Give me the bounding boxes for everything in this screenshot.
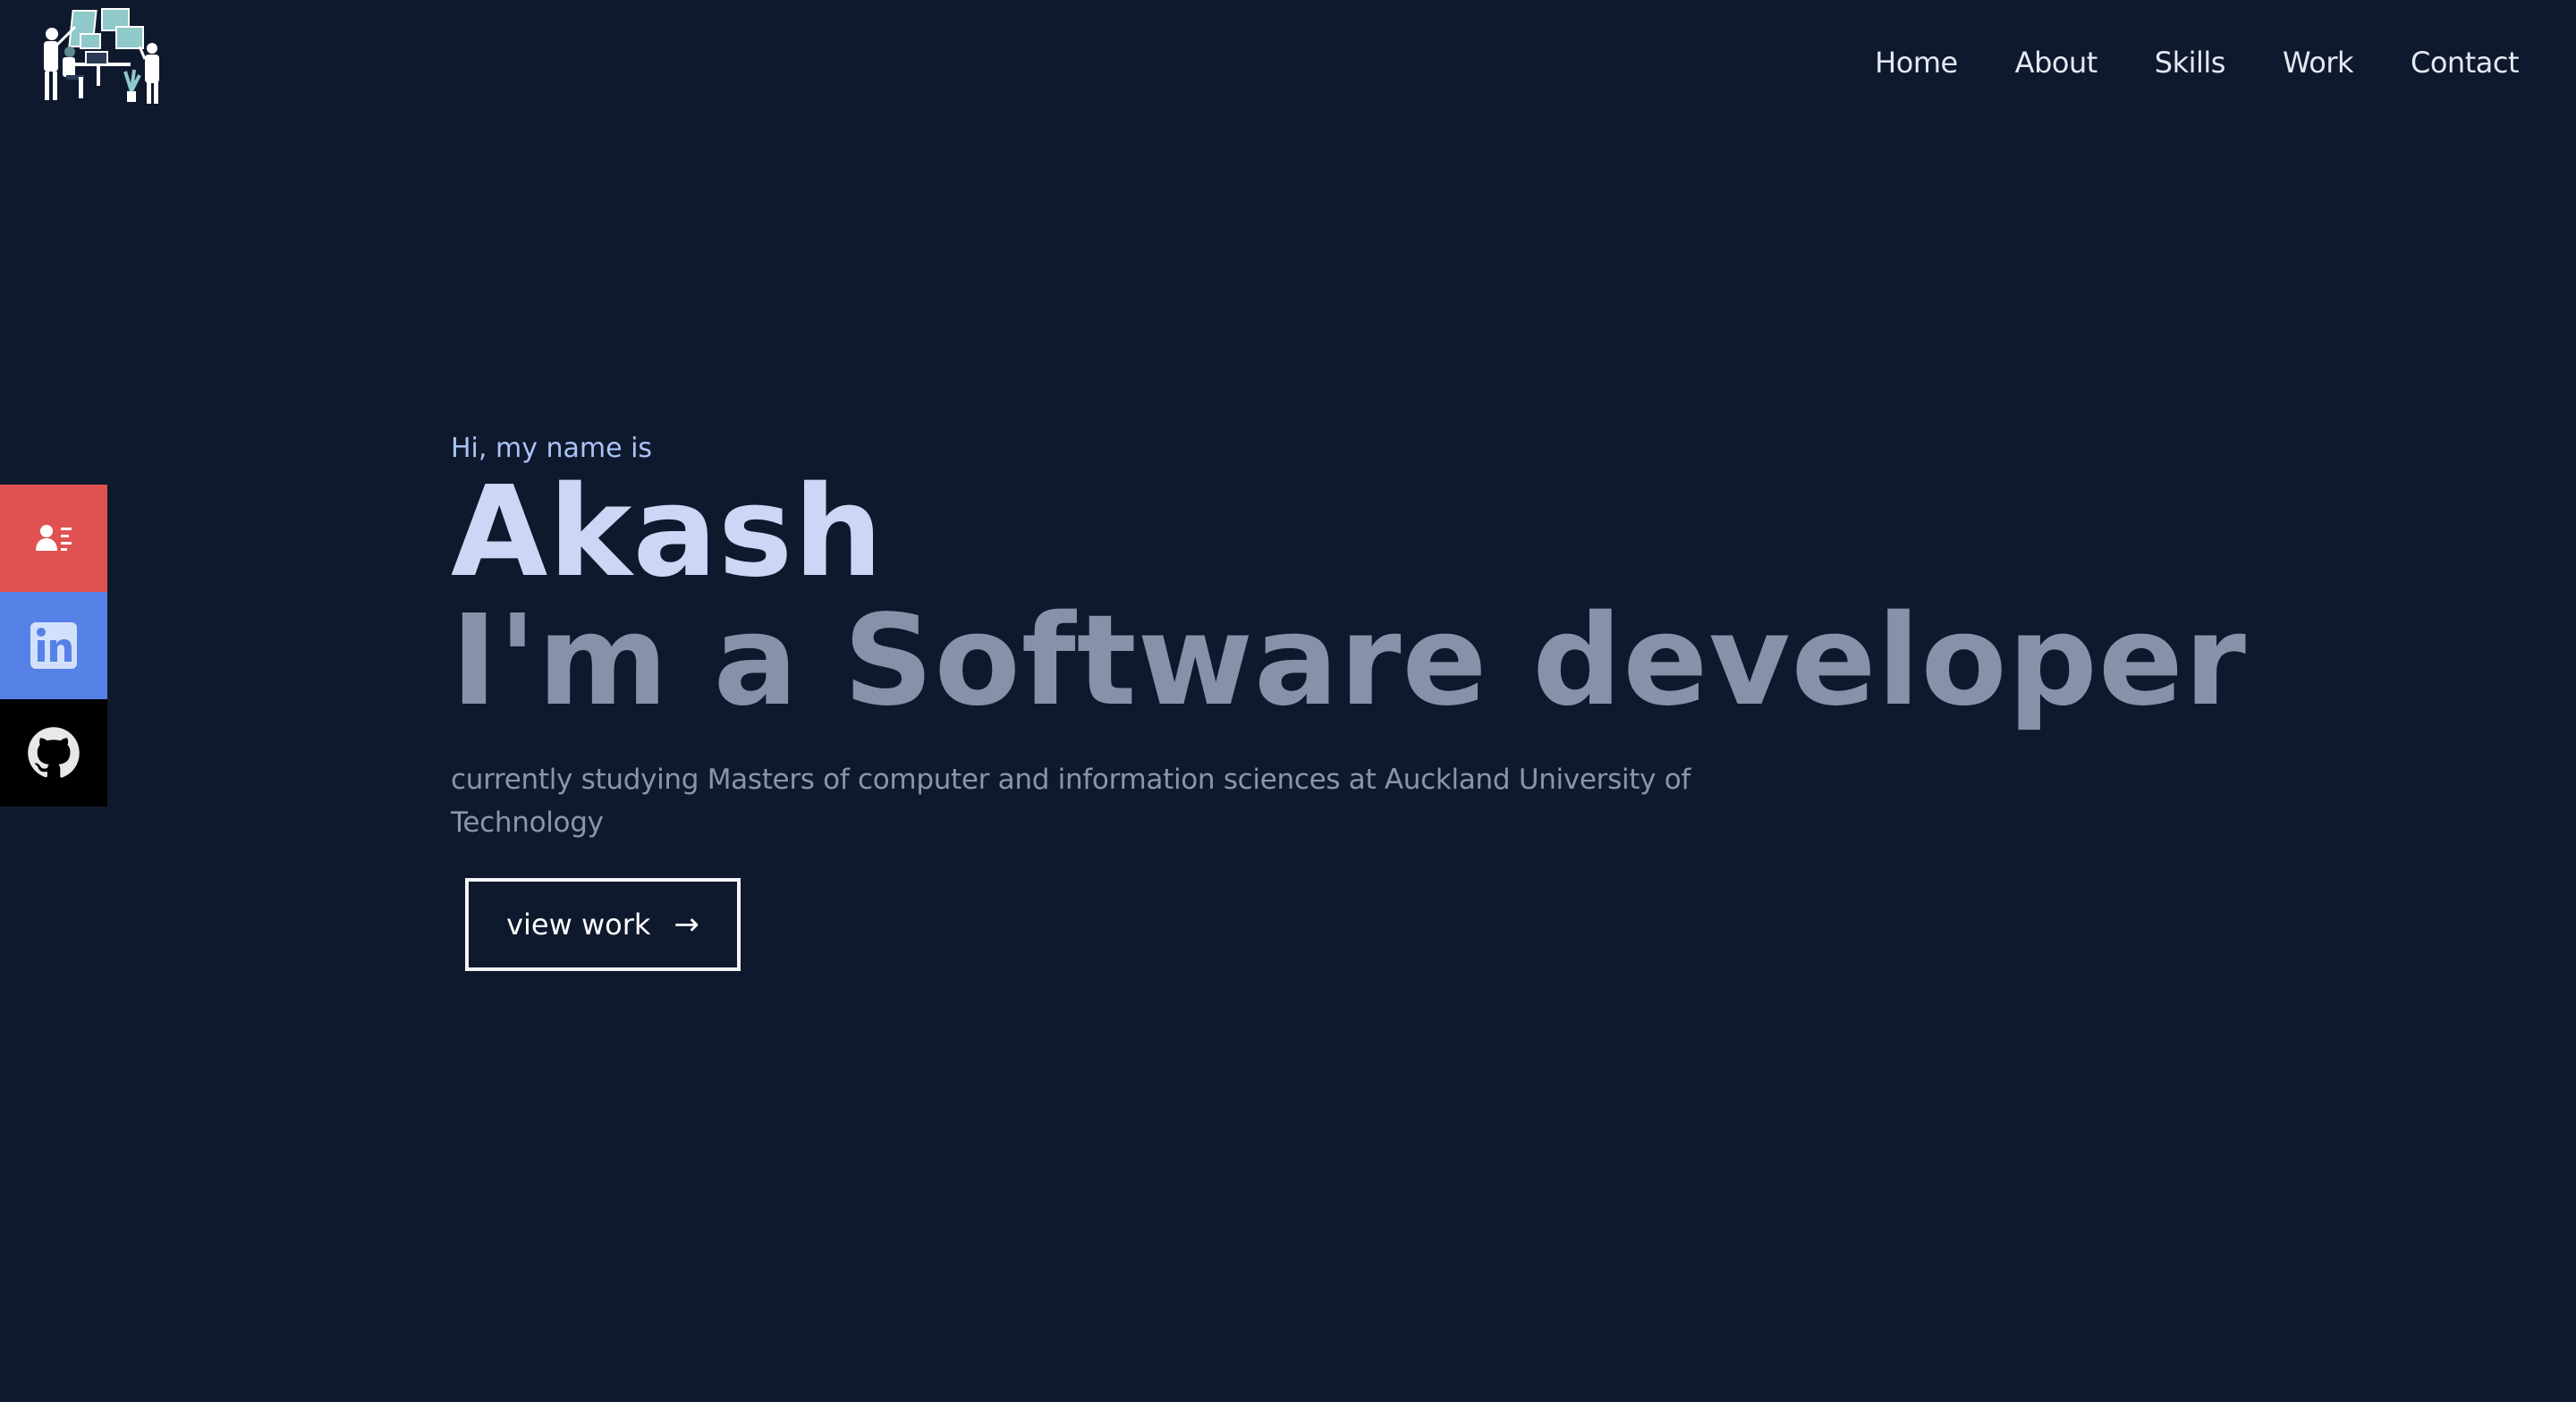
view-work-button[interactable]: view work →: [465, 878, 741, 971]
nav-item-contact[interactable]: Contact: [2411, 41, 2520, 84]
nav-item-about[interactable]: About: [2015, 41, 2098, 84]
page: Home About Skills Work Contact Hi, my na…: [0, 0, 2576, 1402]
logo-illustration: [44, 8, 159, 104]
social-sidebar: [0, 485, 107, 807]
github-icon: [28, 727, 80, 778]
main-nav: Home About Skills Work Contact: [1818, 41, 2519, 84]
arrow-right-icon: →: [674, 907, 699, 942]
hero-role: I'm a Software developer: [451, 588, 2247, 734]
nav-item-work[interactable]: Work: [2283, 41, 2354, 84]
hero-section: Hi, my name is Akash I'm a Software deve…: [451, 429, 2247, 971]
view-work-label: view work: [506, 908, 651, 942]
resume-icon: [36, 525, 72, 551]
logo[interactable]: [34, 7, 168, 107]
hero-name: Akash: [451, 460, 884, 605]
linkedin-icon: [30, 622, 77, 669]
github-link[interactable]: [0, 699, 107, 807]
linkedin-link[interactable]: [0, 592, 107, 699]
nav-item-home[interactable]: Home: [1875, 41, 1958, 84]
hero-description: currently studying Masters of computer a…: [451, 764, 1691, 839]
nav-item-skills[interactable]: Skills: [2155, 41, 2226, 84]
resume-link[interactable]: [0, 485, 107, 592]
